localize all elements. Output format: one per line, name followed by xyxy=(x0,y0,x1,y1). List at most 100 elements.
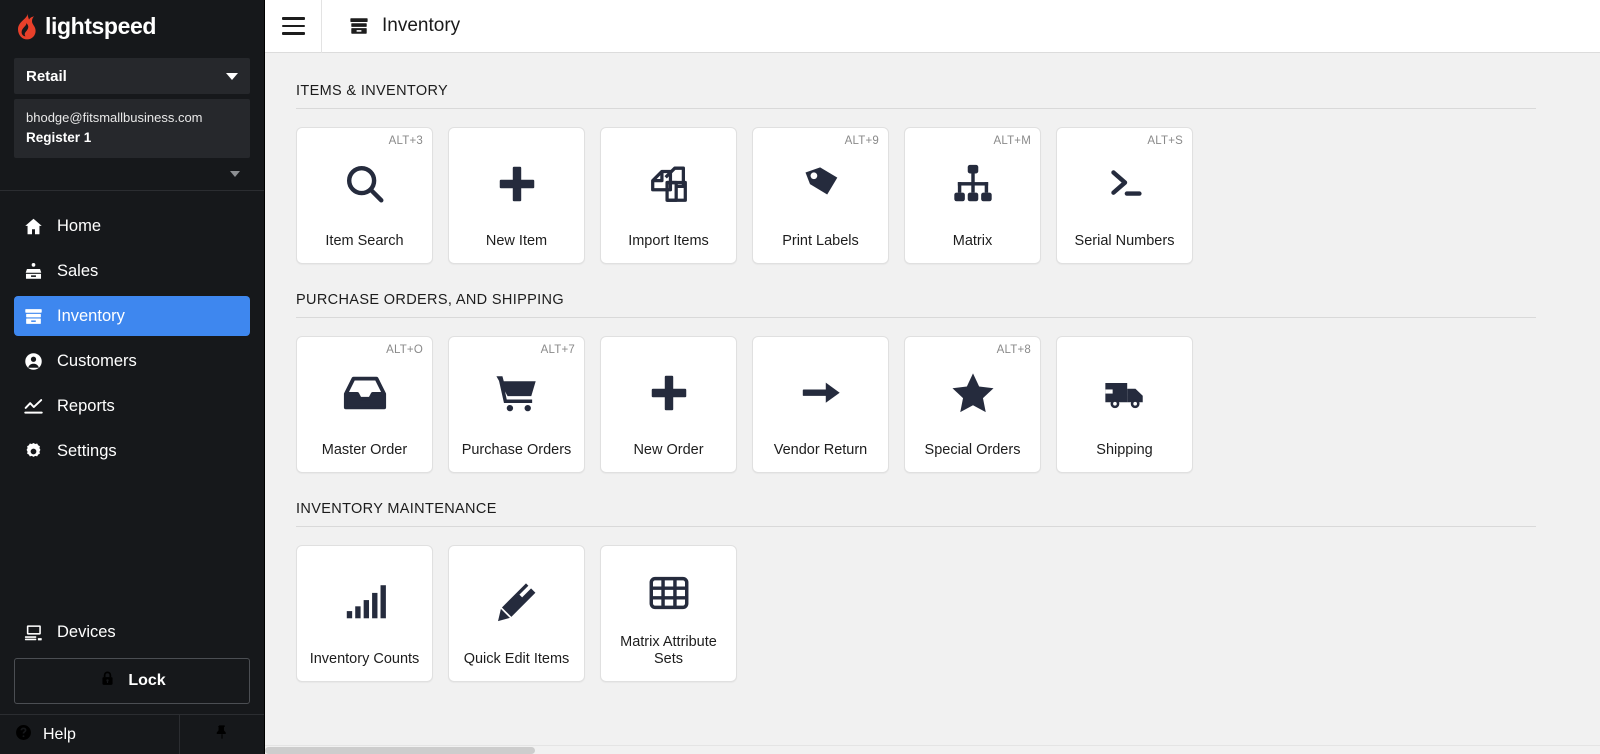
store-selector[interactable]: Retail xyxy=(14,58,250,94)
tile-purchase-orders[interactable]: ALT+7 Purchase Orders xyxy=(448,336,585,473)
tile-label: Inventory Counts xyxy=(309,651,420,668)
tile-label: Special Orders xyxy=(924,442,1021,459)
tile-serial-numbers[interactable]: ALT+S Serial Numbers xyxy=(1056,127,1193,264)
sidebar-item-settings[interactable]: Settings xyxy=(14,431,250,471)
sidebar-item-label: Settings xyxy=(57,441,117,460)
sidebar-item-label: Home xyxy=(57,216,102,235)
home-icon xyxy=(22,215,44,237)
sidebar-item-sales[interactable]: Sales xyxy=(14,251,250,291)
notifications-button[interactable] xyxy=(180,715,264,754)
hamburger-menu-icon[interactable] xyxy=(265,0,322,53)
table-grid-icon xyxy=(601,546,736,634)
tile-row: Inventory Counts Quick Edit Items Matrix A… xyxy=(296,545,1600,682)
inventory-box-icon xyxy=(348,15,370,37)
tile-shipping[interactable]: Shipping xyxy=(1056,336,1193,473)
sidebar-item-reports[interactable]: Reports xyxy=(14,386,250,426)
tile-label: Quick Edit Items xyxy=(463,651,570,668)
tile-print-labels[interactable]: ALT+9 Print Labels xyxy=(752,127,889,264)
tile-label: Matrix xyxy=(952,233,993,250)
user-circle-icon xyxy=(22,350,44,372)
content-area: ITEMS & INVENTORY ALT+3 Item Search New Ite… xyxy=(265,53,1600,754)
primary-navigation: Home Sales Inventory Customers Reports S… xyxy=(0,191,264,476)
tile-label: New Order xyxy=(633,442,704,459)
chevron-down-icon xyxy=(226,72,238,80)
tile-shortcut: ALT+S xyxy=(1147,135,1183,147)
main-area: Inventory ITEMS & INVENTORY ALT+3 Item Sea… xyxy=(265,0,1600,754)
horizontal-scrollbar-thumb[interactable] xyxy=(265,747,535,754)
tile-shortcut: ALT+7 xyxy=(540,344,575,356)
page-title: Inventory xyxy=(382,15,461,36)
tile-matrix[interactable]: ALT+M Matrix xyxy=(904,127,1041,264)
tile-shortcut: ALT+8 xyxy=(996,344,1031,356)
tile-label: New Item xyxy=(485,233,548,250)
horizontal-scrollbar[interactable] xyxy=(265,745,1600,754)
lock-icon xyxy=(98,669,117,693)
section-divider xyxy=(296,317,1536,318)
pencil-icon xyxy=(449,546,584,651)
sidebar-expand-toggle[interactable] xyxy=(0,158,264,190)
tile-vendor-return[interactable]: Vendor Return xyxy=(752,336,889,473)
section-heading: INVENTORY MAINTENANCE xyxy=(296,501,497,517)
sidebar: lightspeed Retail bhodge@fitsmallbusines… xyxy=(0,0,265,754)
sidebar-item-inventory[interactable]: Inventory xyxy=(14,296,250,337)
plus-icon xyxy=(449,128,584,233)
tile-item-search[interactable]: ALT+3 Item Search xyxy=(296,127,433,264)
tile-section: INVENTORY MAINTENANCE Inventory Counts Qui… xyxy=(265,501,1600,682)
plus-icon xyxy=(601,337,736,442)
section-divider xyxy=(296,108,1536,109)
sidebar-item-label: Reports xyxy=(57,396,115,415)
tile-label: Vendor Return xyxy=(773,442,868,459)
tile-label: Serial Numbers xyxy=(1074,233,1175,250)
documents-copy-icon xyxy=(601,128,736,233)
top-bar: Inventory xyxy=(265,0,1600,53)
tile-label: Purchase Orders xyxy=(461,442,572,459)
tile-label: Print Labels xyxy=(782,233,859,250)
tile-inventory-counts[interactable]: Inventory Counts xyxy=(296,545,433,682)
lock-button-label: Lock xyxy=(128,672,166,689)
user-register-panel[interactable]: bhodge@fitsmallbusiness.com Register 1 xyxy=(14,99,250,159)
arrow-right-icon xyxy=(753,337,888,442)
tile-new-order[interactable]: New Order xyxy=(600,336,737,473)
tile-label: Shipping xyxy=(1096,442,1153,459)
tile-master-order[interactable]: ALT+O Master Order xyxy=(296,336,433,473)
sidebar-footer: Help xyxy=(0,714,264,754)
sales-register-icon xyxy=(22,260,44,282)
tile-new-item[interactable]: New Item xyxy=(448,127,585,264)
tile-quick-edit-items[interactable]: Quick Edit Items xyxy=(448,545,585,682)
chevron-down-icon xyxy=(230,171,240,178)
sidebar-item-label: Inventory xyxy=(57,306,125,325)
register-name: Register 1 xyxy=(26,129,92,145)
delivery-truck-icon xyxy=(1057,337,1192,442)
tile-row: ALT+3 Item Search New Item Import Items ALT+… xyxy=(296,127,1600,264)
gear-icon xyxy=(22,440,44,462)
help-button[interactable]: Help xyxy=(0,715,180,754)
section-divider xyxy=(296,526,1536,527)
sidebar-item-label: Devices xyxy=(57,622,116,641)
tile-shortcut: ALT+M xyxy=(993,135,1031,147)
sidebar-item-label: Sales xyxy=(57,261,99,280)
tile-matrix-attribute-sets[interactable]: Matrix Attribute Sets xyxy=(600,545,737,682)
bar-chart-icon xyxy=(297,546,432,651)
tile-label: Import Items xyxy=(628,233,709,250)
tile-import-items[interactable]: Import Items xyxy=(600,127,737,264)
tile-special-orders[interactable]: ALT+8 Special Orders xyxy=(904,336,1041,473)
tile-label: Matrix Attribute Sets xyxy=(620,634,717,668)
lock-button[interactable]: Lock xyxy=(14,658,250,704)
store-selector-label: Retail xyxy=(26,67,67,85)
brand-name: lightspeed xyxy=(45,13,157,39)
inventory-box-icon xyxy=(22,305,44,327)
brand-logo: lightspeed xyxy=(0,0,264,53)
lightspeed-flame-icon xyxy=(14,13,38,40)
tile-label: Master Order xyxy=(321,442,408,459)
help-label: Help xyxy=(43,725,76,743)
sidebar-item-home[interactable]: Home xyxy=(14,206,250,246)
sidebar-item-label: Customers xyxy=(57,351,137,370)
tile-shortcut: ALT+O xyxy=(386,344,423,356)
pin-icon xyxy=(213,723,231,746)
tile-shortcut: ALT+3 xyxy=(388,135,423,147)
sidebar-item-devices[interactable]: Devices xyxy=(14,612,250,652)
tile-section: PURCHASE ORDERS, AND SHIPPING ALT+O Master… xyxy=(265,292,1600,473)
question-circle-icon xyxy=(14,723,33,747)
sidebar-item-customers[interactable]: Customers xyxy=(14,341,250,381)
